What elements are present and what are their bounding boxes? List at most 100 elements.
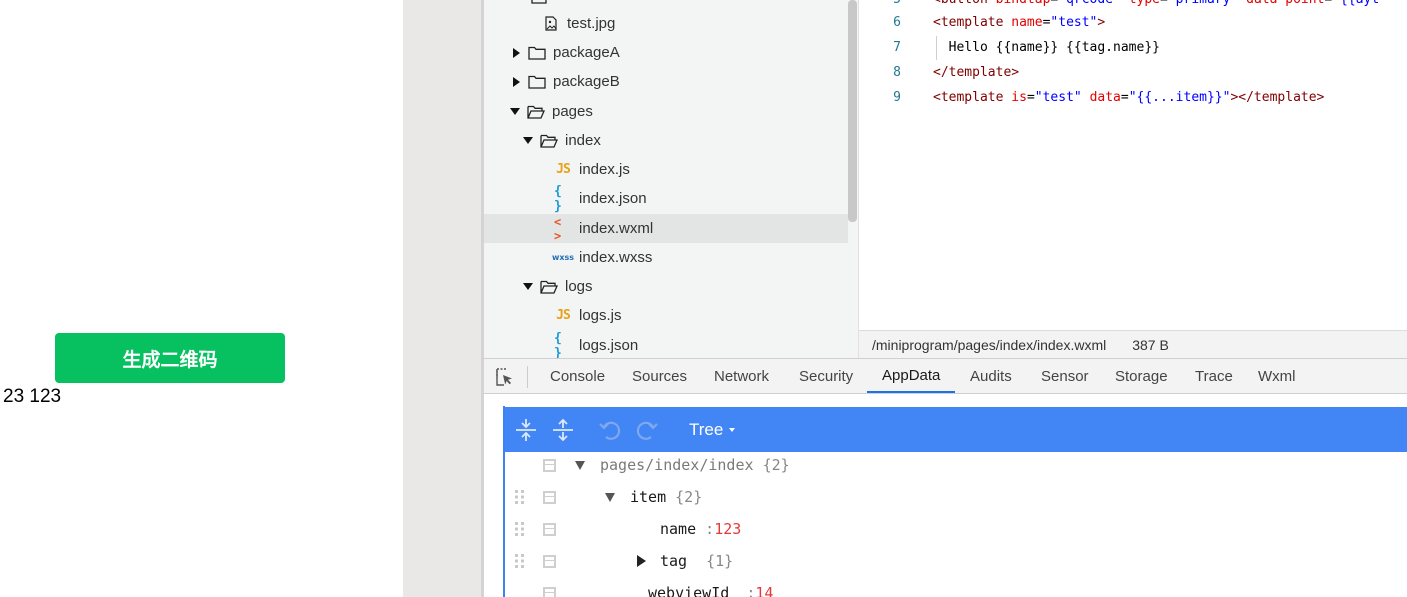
code-line: 9 <template is="test" data="{{...item}}"… xyxy=(859,85,1407,110)
collapse-arrow-icon[interactable] xyxy=(575,460,585,470)
code-token: = xyxy=(1026,90,1035,105)
inspect-element-icon[interactable] xyxy=(496,368,514,386)
collapse-arrow-icon[interactable] xyxy=(522,281,534,293)
wxss-file-icon: wxss xyxy=(551,253,575,262)
tree-count: {1} xyxy=(706,552,734,570)
code-content: <template is="test" data="{{...item}}"><… xyxy=(933,90,1324,105)
code-content: <template name="test"> xyxy=(933,15,1105,30)
tree-key: tag xyxy=(660,552,688,570)
collapse-arrow-icon[interactable] xyxy=(605,492,615,502)
file-tree-item-logs-folder[interactable]: logs xyxy=(484,272,848,301)
code-token: = xyxy=(1120,90,1129,105)
line-number: 5 xyxy=(859,0,901,7)
line-number: 8 xyxy=(893,65,901,80)
expand-arrow-icon[interactable] xyxy=(637,555,646,567)
tab-network[interactable]: Network xyxy=(712,359,771,393)
line-number: 7 xyxy=(893,40,901,55)
row-checkbox-icon[interactable] xyxy=(543,554,556,568)
collapse-all-icon[interactable] xyxy=(551,418,575,442)
code-content: Hello {{name}} {{tag.name}} xyxy=(933,40,1160,55)
generate-qrcode-button[interactable]: 生成二维码 xyxy=(55,333,285,383)
tree-row-root[interactable]: pages/index/index {2} xyxy=(505,449,1405,481)
row-checkbox-icon[interactable] xyxy=(543,458,556,472)
tree-row-name[interactable]: name :123 xyxy=(505,513,1405,545)
drag-handle-icon[interactable] xyxy=(515,522,525,536)
tab-audits[interactable]: Audits xyxy=(968,359,1014,393)
code-token: bindtap xyxy=(996,0,1051,7)
code-token: <template xyxy=(933,15,1012,30)
folder-open-icon xyxy=(540,133,558,149)
redo-icon[interactable] xyxy=(635,418,659,442)
drag-handle-icon[interactable] xyxy=(515,554,525,568)
expand-arrow-icon[interactable] xyxy=(510,47,522,59)
image-file-icon xyxy=(542,16,560,32)
collapse-arrow-icon[interactable] xyxy=(522,135,534,147)
file-tree-item-index-wxss[interactable]: wxss index.wxss xyxy=(484,243,848,272)
tab-security[interactable]: Security xyxy=(797,359,855,393)
expand-arrow-icon[interactable] xyxy=(510,76,522,88)
code-token: <button xyxy=(933,0,996,7)
tree-key: pages/index/index xyxy=(600,456,754,474)
undo-icon[interactable] xyxy=(598,418,622,442)
indent-guide xyxy=(936,36,937,60)
code-editor[interactable]: 5 <button bindtap="qrcode" type="primary… xyxy=(859,0,1407,330)
file-tree-item-packageB[interactable]: packageB xyxy=(484,67,848,96)
code-token: "qrcode" xyxy=(1058,0,1128,7)
json-file-icon: { } xyxy=(554,183,562,214)
file-tree-item-test-jpg[interactable]: test.jpg xyxy=(484,9,848,38)
file-tree-item-index-folder[interactable]: index xyxy=(484,126,848,155)
file-tree-item-index-wxml[interactable]: < > index.wxml xyxy=(484,214,848,243)
file-tree-scrollbar[interactable] xyxy=(848,0,857,222)
tab-sensor[interactable]: Sensor xyxy=(1039,359,1091,393)
appdata-toolbar: Tree xyxy=(505,407,1407,452)
tab-storage[interactable]: Storage xyxy=(1113,359,1170,393)
code-token: ></template> xyxy=(1230,90,1325,105)
js-file-icon: JS xyxy=(556,162,571,177)
file-size: 387 B xyxy=(1132,336,1169,353)
code-token: "{{ayt xyxy=(1332,0,1379,7)
editor-status-bar: /miniprogram/pages/index/index.wxml 387 … xyxy=(859,330,1407,358)
row-checkbox-icon[interactable] xyxy=(543,490,556,504)
tree-colon: : xyxy=(705,520,715,538)
tree-row-webviewid[interactable]: webviewId :14 xyxy=(505,577,1405,597)
file-tree-item-logs-json[interactable]: { } logs.json xyxy=(484,331,848,359)
expand-all-icon[interactable] xyxy=(514,418,538,442)
file-tree-item-index-json[interactable]: { } index.json xyxy=(484,183,848,214)
file-tree-label: packageA xyxy=(553,44,620,61)
tree-key: name xyxy=(660,520,697,538)
folder-icon xyxy=(530,0,548,5)
drag-handle-icon[interactable] xyxy=(515,490,525,504)
tab-console[interactable]: Console xyxy=(548,359,607,393)
panel-gutter xyxy=(403,0,481,597)
tab-trace[interactable]: Trace xyxy=(1193,359,1235,393)
row-checkbox-icon[interactable] xyxy=(543,522,556,536)
tree-row-tag[interactable]: tag {1} xyxy=(505,545,1405,577)
file-tree-item-index-js[interactable]: JS index.js xyxy=(484,155,848,184)
file-tree-item-pages[interactable]: pages xyxy=(484,97,848,126)
file-tree-label: index.js xyxy=(579,161,630,178)
file-tree-label: index.json xyxy=(579,190,647,207)
file-tree-label: logs.js xyxy=(579,307,622,324)
code-line: 6 <template name="test"> xyxy=(859,10,1407,35)
collapse-arrow-icon[interactable] xyxy=(509,106,521,118)
tab-sources[interactable]: Sources xyxy=(630,359,689,393)
code-token: "primary" xyxy=(1168,0,1246,7)
code-content: <button bindtap="qrcode" type="primary" … xyxy=(933,0,1379,7)
tree-value[interactable]: 123 xyxy=(714,520,741,538)
tab-appdata[interactable]: AppData xyxy=(867,359,956,393)
view-mode-label: Tree xyxy=(689,419,724,439)
file-tree-label: test.jpg xyxy=(567,15,616,32)
file-tree-item-packageA[interactable]: packageA xyxy=(484,38,848,67)
file-tree: test.jpg packageA packageB pages index J… xyxy=(484,0,858,358)
row-checkbox-icon[interactable] xyxy=(543,586,556,597)
file-tree-label: index.wxss xyxy=(579,249,653,266)
tree-value[interactable]: 14 xyxy=(755,584,773,597)
wxml-file-icon: < > xyxy=(554,214,562,243)
tree-count: {2} xyxy=(762,456,790,474)
file-tree-label: index xyxy=(565,132,601,149)
view-mode-dropdown[interactable]: Tree xyxy=(689,407,736,452)
file-tree-item-logs-js[interactable]: JS logs.js xyxy=(484,301,848,330)
tab-wxml[interactable]: Wxml xyxy=(1256,359,1298,393)
tree-row-item[interactable]: item {2} xyxy=(505,481,1405,513)
code-token: "test" xyxy=(1050,15,1098,30)
